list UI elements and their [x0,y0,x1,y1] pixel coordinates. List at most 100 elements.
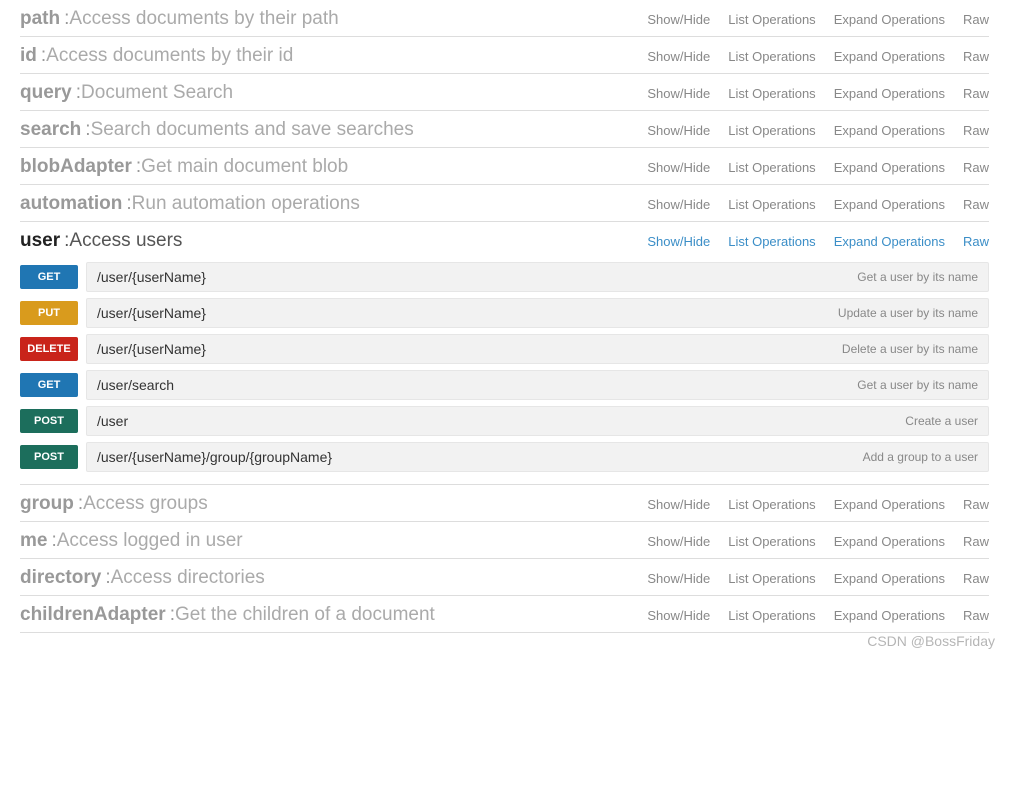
resource-title[interactable]: automation : Run automation operations [20,193,360,215]
raw-link[interactable]: Raw [963,497,989,512]
operation-bar[interactable]: /user/searchGet a user by its name [86,370,989,400]
list-operations-link[interactable]: List Operations [728,160,815,175]
raw-link[interactable]: Raw [963,160,989,175]
show-hide-link[interactable]: Show/Hide [647,86,710,101]
raw-link[interactable]: Raw [963,197,989,212]
operation-bar[interactable]: /user/{userName}Update a user by its nam… [86,298,989,328]
show-hide-link[interactable]: Show/Hide [647,234,710,249]
show-hide-link[interactable]: Show/Hide [647,123,710,138]
operation-row[interactable]: POST/user/{userName}/group/{groupName}Ad… [20,442,989,472]
show-hide-link[interactable]: Show/Hide [647,160,710,175]
method-badge-get[interactable]: GET [20,265,78,289]
resource-title[interactable]: query : Document Search [20,82,233,104]
resource-title[interactable]: search : Search documents and save searc… [20,119,414,141]
resource-user: user : Access users Show/Hide List Operati… [20,222,989,485]
resource-name[interactable]: directory [20,567,101,589]
resource-name[interactable]: childrenAdapter [20,604,166,626]
list-operations-link[interactable]: List Operations [728,608,815,623]
resource-header: blobAdapter : Get main document blob Show… [20,156,989,178]
show-hide-link[interactable]: Show/Hide [647,534,710,549]
expand-operations-link[interactable]: Expand Operations [834,234,945,249]
expand-operations-link[interactable]: Expand Operations [834,497,945,512]
operation-row[interactable]: DELETE/user/{userName}Delete a user by i… [20,334,989,364]
resource-name[interactable]: id [20,45,37,67]
raw-link[interactable]: Raw [963,534,989,549]
method-badge-delete[interactable]: DELETE [20,337,78,361]
operation-bar[interactable]: /user/{userName}/group/{groupName}Add a … [86,442,989,472]
operation-desc: Get a user by its name [857,270,978,284]
resource-title[interactable]: group : Access groups [20,493,208,515]
resource-title[interactable]: id : Access documents by their id [20,45,293,67]
method-badge-get[interactable]: GET [20,373,78,397]
resource-name[interactable]: me [20,530,47,552]
expand-operations-link[interactable]: Expand Operations [834,86,945,101]
method-badge-post[interactable]: POST [20,445,78,469]
list-operations-link[interactable]: List Operations [728,497,815,512]
list-operations-link[interactable]: List Operations [728,12,815,27]
resource-header: me : Access logged in user Show/Hide List … [20,530,989,552]
list-operations-link[interactable]: List Operations [728,86,815,101]
show-hide-link[interactable]: Show/Hide [647,571,710,586]
raw-link[interactable]: Raw [963,86,989,101]
raw-link[interactable]: Raw [963,123,989,138]
show-hide-link[interactable]: Show/Hide [647,497,710,512]
resource-name[interactable]: user [20,230,60,252]
expand-operations-link[interactable]: Expand Operations [834,197,945,212]
operation-bar[interactable]: /user/{userName}Delete a user by its nam… [86,334,989,364]
list-operations-link[interactable]: List Operations [728,49,815,64]
list-operations-link[interactable]: List Operations [728,123,815,138]
raw-link[interactable]: Raw [963,234,989,249]
expand-operations-link[interactable]: Expand Operations [834,49,945,64]
resource-actions: Show/Hide List Operations Expand Operation… [647,534,989,549]
expand-operations-link[interactable]: Expand Operations [834,12,945,27]
resource-name[interactable]: blobAdapter [20,156,132,178]
resource-title[interactable]: user : Access users [20,230,182,252]
resource-header: group : Access groups Show/Hide List Opera… [20,493,989,515]
operation-path[interactable]: /user [97,413,128,429]
raw-link[interactable]: Raw [963,49,989,64]
operation-row[interactable]: PUT/user/{userName}Update a user by its … [20,298,989,328]
show-hide-link[interactable]: Show/Hide [647,608,710,623]
operation-bar[interactable]: /user/{userName} Get a user by its name [86,262,989,292]
resource-name[interactable]: path [20,8,60,30]
resource-title[interactable]: directory : Access directories [20,567,265,589]
resource-name[interactable]: group [20,493,74,515]
list-operations-link[interactable]: List Operations [728,534,815,549]
raw-link[interactable]: Raw [963,608,989,623]
list-operations-link[interactable]: List Operations [728,234,815,249]
operation-path[interactable]: /user/{userName} [97,341,206,357]
raw-link[interactable]: Raw [963,12,989,27]
resource-desc: Document Search [81,82,233,104]
list-operations-link[interactable]: List Operations [728,571,815,586]
show-hide-link[interactable]: Show/Hide [647,197,710,212]
resource-me: me : Access logged in user Show/Hide List … [20,522,989,559]
expand-operations-link[interactable]: Expand Operations [834,160,945,175]
operation-row[interactable]: GET/user/searchGet a user by its name [20,370,989,400]
show-hide-link[interactable]: Show/Hide [647,12,710,27]
method-badge-post[interactable]: POST [20,409,78,433]
resource-title[interactable]: path : Access documents by their path [20,8,339,30]
resource-query: query : Document Search Show/Hide List Ope… [20,74,989,111]
operation-path[interactable]: /user/{userName} [97,269,206,285]
resource-title[interactable]: blobAdapter : Get main document blob [20,156,348,178]
resource-childrenAdapter: childrenAdapter : Get the children of a … [20,596,989,633]
expand-operations-link[interactable]: Expand Operations [834,123,945,138]
list-operations-link[interactable]: List Operations [728,197,815,212]
resource-title[interactable]: childrenAdapter : Get the children of a … [20,604,435,626]
show-hide-link[interactable]: Show/Hide [647,49,710,64]
method-badge-put[interactable]: PUT [20,301,78,325]
resource-name[interactable]: search [20,119,81,141]
raw-link[interactable]: Raw [963,571,989,586]
resource-name[interactable]: automation [20,193,122,215]
operation-bar[interactable]: /userCreate a user [86,406,989,436]
resource-name[interactable]: query [20,82,72,104]
expand-operations-link[interactable]: Expand Operations [834,608,945,623]
operation-row[interactable]: GET/user/{userName} Get a user by its nam… [20,262,989,292]
operation-path[interactable]: /user/search [97,377,174,393]
expand-operations-link[interactable]: Expand Operations [834,534,945,549]
resource-title[interactable]: me : Access logged in user [20,530,243,552]
expand-operations-link[interactable]: Expand Operations [834,571,945,586]
operation-path[interactable]: /user/{userName}/group/{groupName} [97,449,332,465]
operation-path[interactable]: /user/{userName} [97,305,206,321]
operation-row[interactable]: POST/userCreate a user [20,406,989,436]
